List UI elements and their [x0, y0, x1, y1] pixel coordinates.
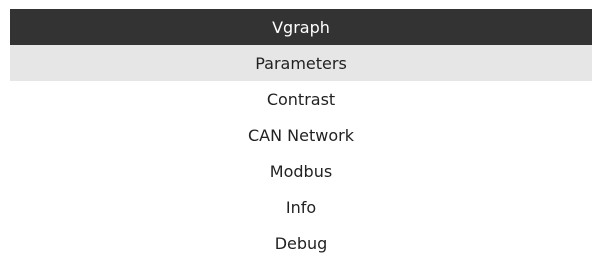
menu-item-parameters[interactable]: Parameters — [10, 45, 592, 81]
app-title-bar: Vgraph — [10, 9, 592, 45]
menu-item-label: Modbus — [269, 161, 333, 181]
menu-item-modbus[interactable]: Modbus — [10, 153, 592, 189]
app-title: Vgraph — [272, 17, 330, 37]
menu-item-debug[interactable]: Debug — [10, 225, 592, 261]
menu-item-contrast[interactable]: Contrast — [10, 81, 592, 117]
menu-item-label: Parameters — [255, 53, 347, 73]
menu-panel: Vgraph Parameters Contrast CAN Network M… — [10, 9, 592, 261]
menu-item-label: CAN Network — [248, 125, 354, 145]
menu-item-label: Contrast — [266, 89, 336, 109]
menu-item-label: Info — [285, 197, 317, 217]
menu-item-info[interactable]: Info — [10, 189, 592, 225]
menu-list: Parameters Contrast CAN Network Modbus I… — [10, 45, 592, 261]
menu-item-label: Debug — [274, 233, 328, 253]
menu-item-can-network[interactable]: CAN Network — [10, 117, 592, 153]
